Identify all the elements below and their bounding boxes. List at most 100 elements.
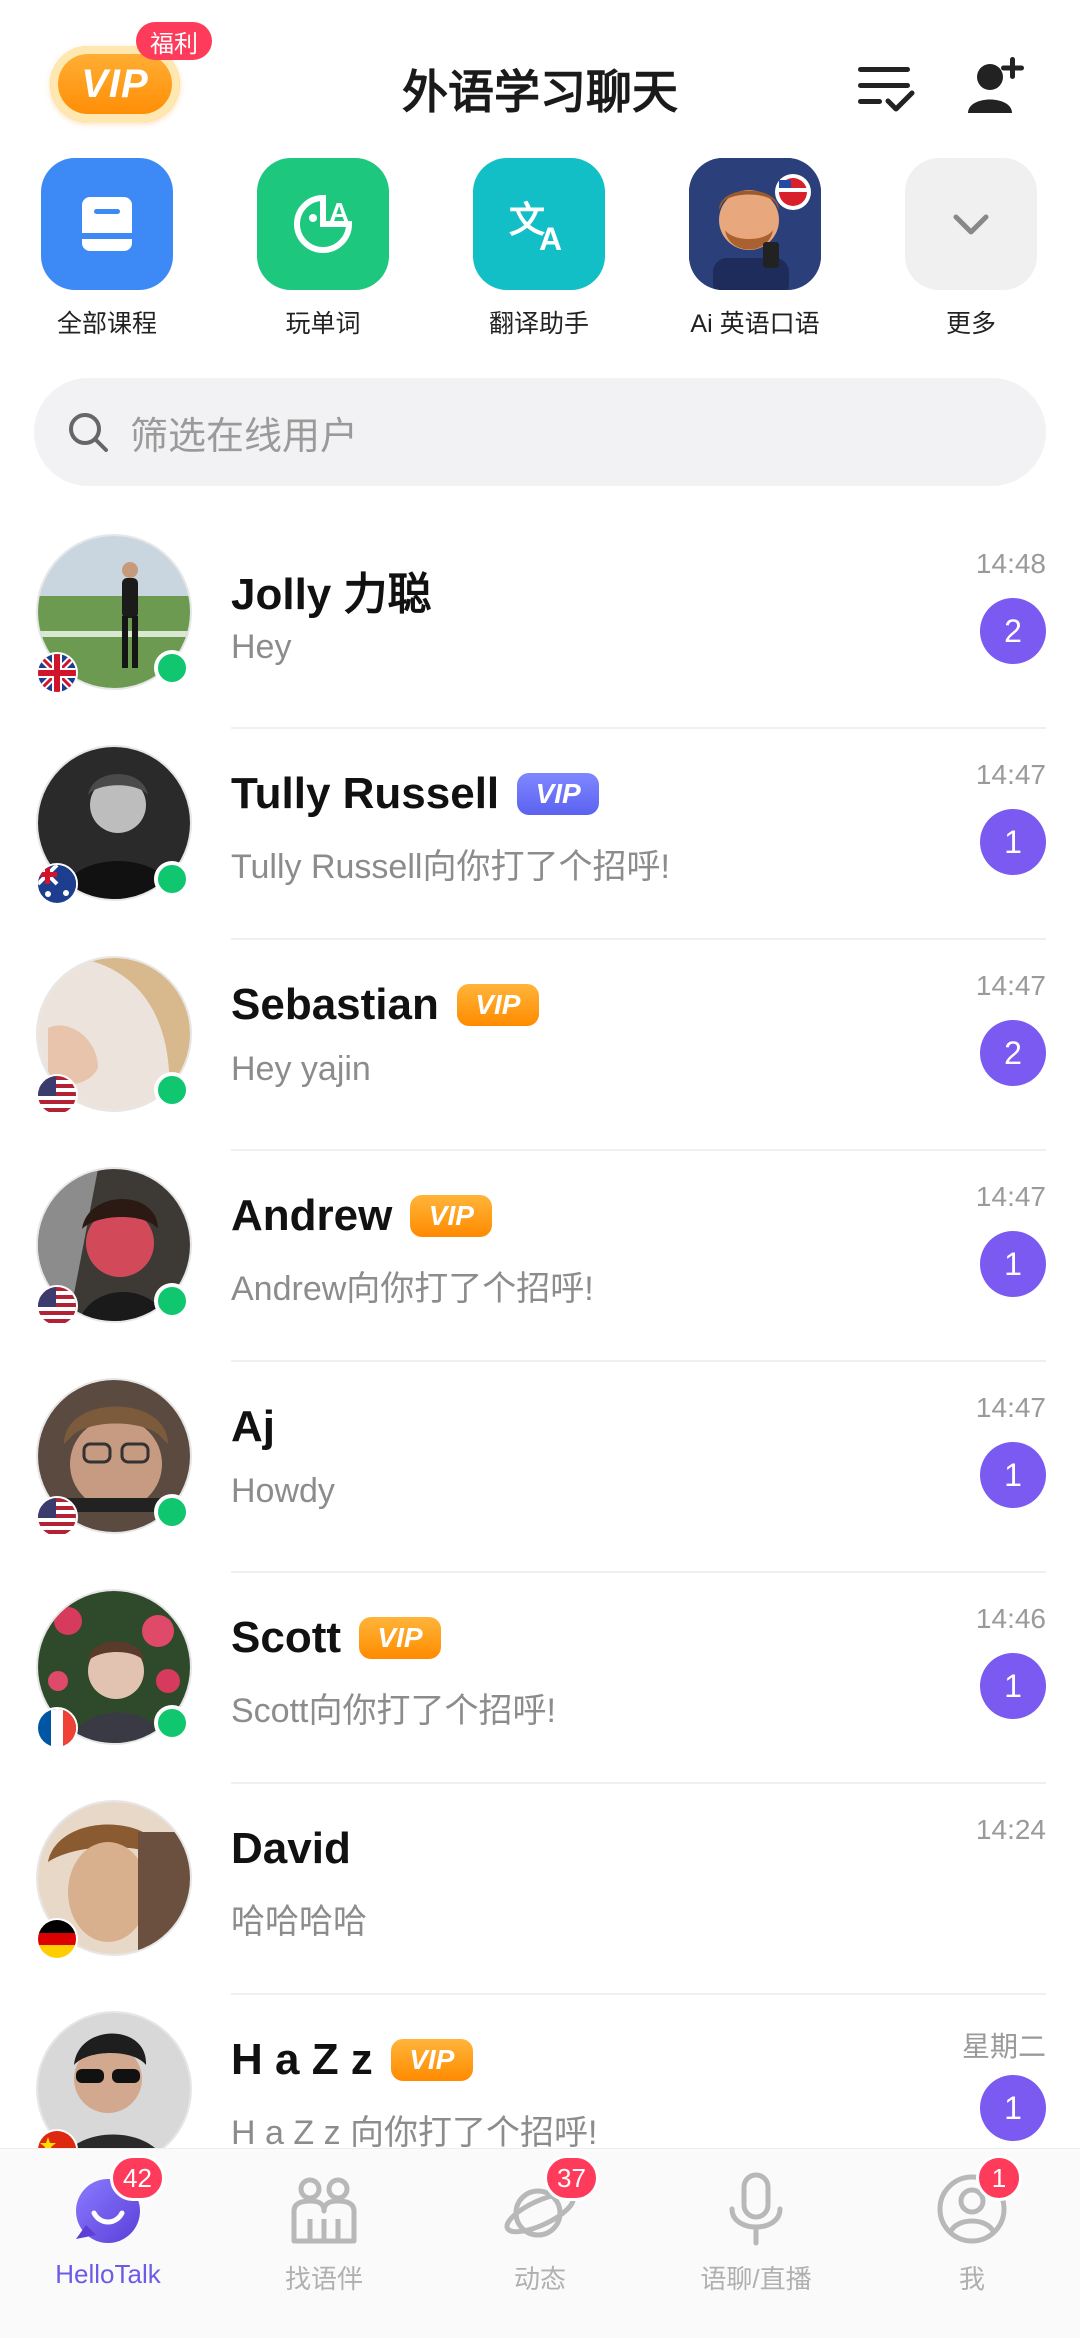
chat-time: 14:48 bbox=[975, 548, 1046, 579]
chat-name-text: Tully Russell bbox=[231, 769, 500, 818]
unread-badge: 1 bbox=[980, 2075, 1046, 2141]
chat-name: Sebastian VIP bbox=[231, 980, 539, 1030]
online-status-dot bbox=[154, 1072, 190, 1108]
chat-name: Jolly 力聪 bbox=[231, 558, 432, 622]
vip-tag: VIP bbox=[517, 773, 600, 815]
online-status-dot bbox=[154, 1283, 190, 1319]
bottom-nav: 42 HelloTalk 找语伴 37 动态 语聊/直播 1 我 bbox=[0, 2148, 1080, 2338]
chat-last-message: Andrew向你打了个招呼! bbox=[231, 1270, 594, 1308]
unread-count-badge: 42 bbox=[110, 2155, 165, 2201]
microphone-icon bbox=[716, 2169, 796, 2249]
people-icon bbox=[284, 2169, 364, 2249]
search-icon bbox=[69, 413, 108, 452]
flag-us-icon bbox=[36, 1496, 78, 1538]
chat-name-text: Jolly 力聪 bbox=[231, 570, 432, 619]
chat-name-text: Aj bbox=[231, 1402, 275, 1451]
svg-text:A: A bbox=[539, 221, 562, 257]
online-status-dot bbox=[154, 861, 190, 897]
chat-time: 14:47 bbox=[975, 1392, 1046, 1423]
chevron-down-icon bbox=[905, 158, 1037, 290]
unread-badge: 1 bbox=[980, 1442, 1046, 1508]
tab-label: 找语伴 bbox=[284, 2264, 363, 2294]
chat-filter-list-icon[interactable] bbox=[854, 55, 916, 117]
tab-find-partner[interactable]: 找语伴 bbox=[216, 2169, 432, 2296]
tab-voice-live[interactable]: 语聊/直播 bbox=[648, 2169, 864, 2296]
chat-row[interactable]: Sebastian VIP Hey yajin 14:47 2 bbox=[0, 940, 1080, 1151]
shortcut-translate[interactable]: 文 A 翻译助手 bbox=[439, 158, 639, 340]
online-status-dot bbox=[154, 1705, 190, 1741]
chat-last-message: 哈哈哈哈 bbox=[231, 1903, 367, 1941]
page-title: 外语学习聊天 bbox=[402, 66, 678, 118]
shortcut-more[interactable]: 更多 bbox=[871, 158, 1071, 340]
chat-row[interactable]: Jolly 力聪 Hey 14:48 2 bbox=[0, 518, 1080, 729]
chat-name-text: Sebastian bbox=[231, 980, 439, 1029]
chat-time: 星期二 bbox=[961, 2031, 1046, 2062]
chat-name-text: David bbox=[231, 1824, 351, 1873]
chat-last-message: Hey bbox=[231, 628, 292, 666]
unread-badge: 1 bbox=[980, 809, 1046, 875]
chat-last-message: Tully Russell向你打了个招呼! bbox=[231, 848, 670, 886]
shortcut-all-courses[interactable]: 全部课程 bbox=[7, 158, 207, 340]
top-header: VIP 福利 外语学习聊天 bbox=[0, 0, 1080, 150]
hellotalk-chat-icon: 42 bbox=[68, 2155, 165, 2249]
shortcut-label: 全部课程 bbox=[56, 310, 157, 338]
welfare-badge[interactable]: 福利 bbox=[136, 22, 212, 60]
chat-time: 14:47 bbox=[975, 759, 1046, 790]
chat-name: Andrew VIP bbox=[231, 1191, 493, 1241]
chat-last-message: Howdy bbox=[231, 1472, 335, 1510]
flag-de-icon bbox=[36, 1918, 78, 1960]
tab-moments[interactable]: 37 动态 bbox=[432, 2155, 648, 2296]
profile-icon: 1 bbox=[932, 2155, 1022, 2249]
online-status-dot bbox=[154, 1494, 190, 1530]
chat-time: 14:47 bbox=[975, 1181, 1046, 1212]
chat-row[interactable]: Tully Russell VIP Tully Russell向你打了个招呼! … bbox=[0, 729, 1080, 940]
chat-time: 14:47 bbox=[975, 970, 1046, 1001]
vip-tag: VIP bbox=[410, 1195, 493, 1237]
chat-last-message: Scott向你打了个招呼! bbox=[231, 1692, 556, 1730]
flag-au-icon bbox=[36, 863, 78, 905]
chat-name-text: Andrew bbox=[231, 1191, 393, 1240]
shortcut-word-game[interactable]: A 玩单词 bbox=[223, 158, 423, 340]
chat-name-text: H a Z z bbox=[231, 2035, 373, 2084]
vip-tag: VIP bbox=[456, 984, 539, 1026]
unread-badge: 1 bbox=[980, 1231, 1046, 1297]
chat-row[interactable]: David 哈哈哈哈 14:24 bbox=[0, 1784, 1080, 1995]
chat-name: David bbox=[231, 1824, 351, 1874]
chat-row[interactable]: Scott VIP Scott向你打了个招呼! 14:46 1 bbox=[0, 1573, 1080, 1784]
chat-name: Tully Russell VIP bbox=[231, 769, 600, 819]
vip-tag: VIP bbox=[390, 2039, 473, 2081]
chat-name: Scott VIP bbox=[231, 1613, 441, 1663]
chat-row[interactable]: Aj Howdy 14:47 1 bbox=[0, 1362, 1080, 1573]
chat-name: H a Z z VIP bbox=[231, 2035, 473, 2085]
unread-badge: 1 bbox=[980, 1653, 1046, 1719]
search-input[interactable]: 筛选在线用户 bbox=[34, 378, 1046, 486]
shortcut-label: Ai 英语口语 bbox=[690, 310, 820, 338]
translate-icon: 文 A bbox=[473, 158, 605, 290]
tab-label: 语聊/直播 bbox=[700, 2264, 812, 2294]
word-game-icon: A bbox=[257, 158, 389, 290]
chat-name: Aj bbox=[231, 1402, 275, 1452]
unread-count-badge: 1 bbox=[976, 2155, 1022, 2201]
chat-time: 14:24 bbox=[975, 1814, 1046, 1845]
chat-row[interactable]: Andrew VIP Andrew向你打了个招呼! 14:47 1 bbox=[0, 1151, 1080, 1362]
vip-tag: VIP bbox=[359, 1617, 441, 1659]
online-status-dot bbox=[154, 650, 190, 686]
chat-last-message: H a Z z 向你打了个招呼! bbox=[231, 2114, 598, 2152]
add-friend-icon[interactable] bbox=[966, 55, 1028, 117]
flag-us-icon bbox=[36, 1074, 78, 1116]
tab-hellotalk[interactable]: 42 HelloTalk bbox=[0, 2155, 216, 2290]
planet-icon: 37 bbox=[500, 2155, 599, 2249]
book-icon bbox=[41, 158, 173, 290]
flag-fr-icon bbox=[36, 1707, 78, 1749]
unread-badge: 2 bbox=[980, 598, 1046, 664]
flag-uk-icon bbox=[36, 652, 78, 694]
unread-count-badge: 37 bbox=[544, 2155, 599, 2201]
svg-text:A: A bbox=[329, 197, 349, 228]
tab-me[interactable]: 1 我 bbox=[864, 2155, 1080, 2296]
chat-last-message: Hey yajin bbox=[231, 1050, 371, 1088]
ai-tutor-avatar bbox=[689, 158, 821, 290]
chat-time: 14:46 bbox=[975, 1603, 1046, 1634]
shortcut-label: 翻译助手 bbox=[488, 310, 589, 338]
shortcut-label: 更多 bbox=[945, 310, 996, 338]
shortcut-ai-english[interactable]: Ai 英语口语 bbox=[655, 158, 855, 340]
